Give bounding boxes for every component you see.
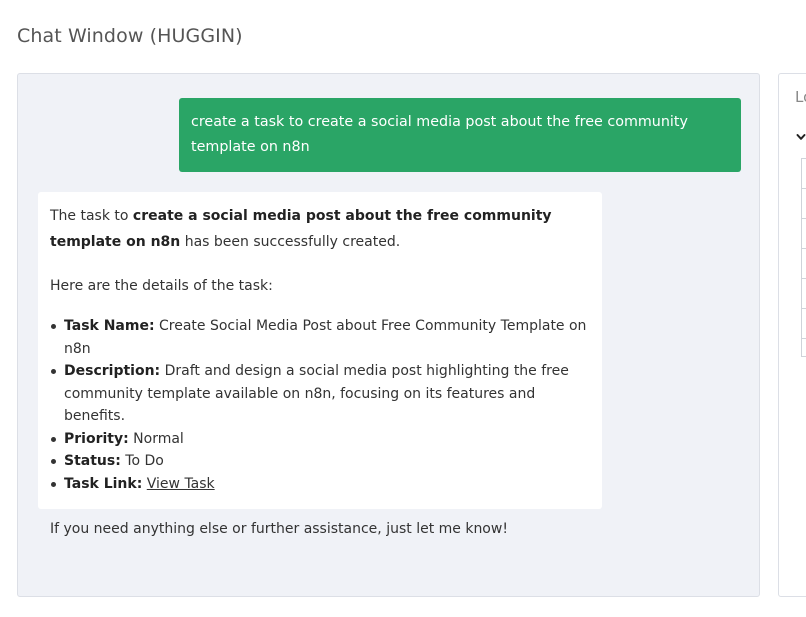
detail-value: To Do: [120, 453, 164, 469]
page: Chat Window (HUGGIN) create a task to cr…: [0, 0, 806, 617]
bot-message-bubble: The task to create a social media post a…: [38, 192, 602, 537]
side-table-row: [802, 249, 806, 279]
task-details-list: Task Name: Create Social Media Post abou…: [50, 315, 590, 495]
detail-priority: Priority: Normal: [51, 428, 590, 451]
detail-task-name: Task Name: Create Social Media Post abou…: [51, 315, 590, 360]
side-panel-label: Lo: [795, 88, 806, 106]
chat-panel[interactable]: create a task to create a social media p…: [17, 73, 760, 597]
view-task-link[interactable]: View Task: [147, 476, 215, 492]
detail-value: Normal: [128, 430, 184, 447]
side-table-row: [802, 219, 806, 249]
detail-label: Description:: [64, 363, 161, 379]
user-message-bubble: create a task to create a social media p…: [179, 98, 741, 172]
bot-intro: The task to create a social media post a…: [50, 203, 590, 255]
side-table-row: [802, 279, 806, 309]
window-title: Chat Window (HUGGIN): [17, 25, 243, 47]
detail-description: Description: Draft and design a social m…: [51, 360, 590, 428]
details-heading: Here are the details of the task:: [50, 278, 273, 294]
detail-task-link: Task Link: View Task: [51, 473, 590, 496]
detail-label: Task Name:: [64, 318, 155, 334]
bot-intro-suffix: has been successfully created.: [180, 234, 401, 250]
bot-closing: If you need anything else or further ass…: [50, 521, 508, 537]
detail-label: Priority:: [64, 430, 129, 447]
chevron-down-icon[interactable]: [796, 132, 806, 142]
detail-status: Status: To Do: [51, 450, 590, 473]
side-table-row: [802, 189, 806, 219]
side-panel: Lo: [778, 73, 806, 597]
bot-intro-prefix: The task to: [50, 208, 133, 224]
detail-label: Task Link:: [64, 475, 143, 492]
side-table: [801, 158, 806, 357]
side-table-row: [802, 309, 806, 339]
side-table-row: [802, 159, 806, 189]
detail-label: Status:: [64, 453, 121, 469]
